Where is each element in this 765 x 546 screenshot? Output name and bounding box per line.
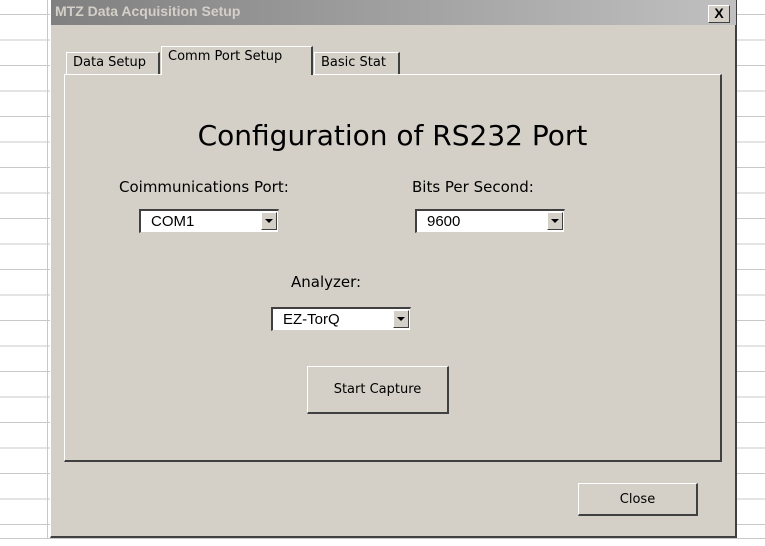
analyzer-value: EZ-TorQ	[283, 311, 340, 328]
dialog-title: MTZ Data Acquisition Setup	[55, 3, 241, 19]
analyzer-select[interactable]: EZ-TorQ	[271, 307, 411, 331]
bits-per-second-select[interactable]: 9600	[415, 209, 565, 233]
bits-per-second-label: Bits Per Second:	[412, 178, 534, 196]
chevron-down-icon[interactable]	[547, 212, 563, 230]
close-button[interactable]: Close	[578, 483, 698, 516]
chevron-down-icon[interactable]	[393, 310, 409, 328]
close-icon[interactable]: X	[708, 5, 730, 23]
tab-data-setup[interactable]: Data Setup	[66, 52, 160, 74]
title-bar[interactable]: MTZ Data Acquisition Setup X	[51, 0, 736, 25]
panel-heading: Configuration of RS232 Port	[197, 119, 588, 152]
setup-dialog: MTZ Data Acquisition Setup X Data Setup …	[50, 0, 737, 538]
comm-port-label: Coimmunications Port:	[119, 178, 289, 196]
chevron-down-icon[interactable]	[261, 212, 277, 230]
tab-basic-stat[interactable]: Basic Stat	[314, 52, 400, 74]
comm-port-select[interactable]: COM1	[139, 209, 279, 233]
comm-port-panel: Configuration of RS232 Port Coimmunicati…	[64, 74, 722, 462]
bits-per-second-value: 9600	[427, 213, 461, 230]
analyzer-label: Analyzer:	[291, 273, 362, 291]
tab-comm-port-setup[interactable]: Comm Port Setup	[161, 46, 313, 75]
start-capture-button[interactable]: Start Capture	[307, 366, 449, 414]
comm-port-value: COM1	[151, 213, 195, 230]
